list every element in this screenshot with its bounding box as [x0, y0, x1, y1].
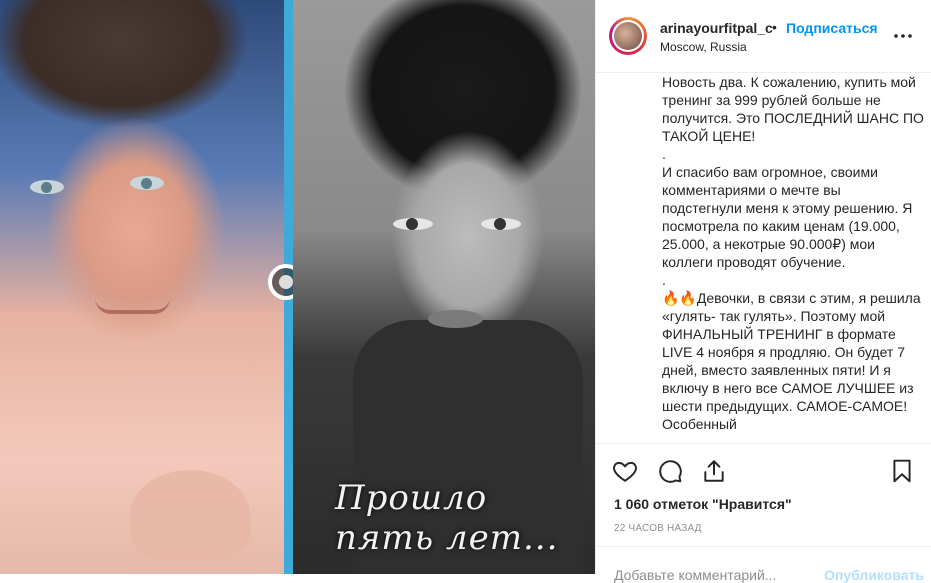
post-actions: 1 060 отметок "Нравится" 22 ЧАСОВ НАЗАД …	[596, 443, 931, 583]
image-overlay-text: Прошло пять лет...	[335, 478, 559, 558]
avatar[interactable]	[609, 17, 647, 55]
comment-icon[interactable]	[657, 458, 683, 484]
heart-icon[interactable]	[612, 458, 638, 484]
share-icon[interactable]	[701, 458, 727, 484]
post-caption: Новость два. К сожалению, купить мой тре…	[662, 73, 924, 440]
post-image[interactable]: Прошло пять лет...	[0, 0, 595, 574]
comment-input[interactable]	[614, 567, 814, 583]
more-options-icon[interactable]	[893, 26, 913, 46]
location-link[interactable]: Moscow, Russia	[660, 40, 747, 54]
avatar-image	[614, 22, 642, 50]
before-photo	[0, 0, 284, 574]
username-link[interactable]: arinayourfitpal_c	[660, 20, 773, 36]
eye-shape	[481, 218, 521, 230]
caption-paragraph: .	[662, 272, 666, 288]
comment-bar: Опубликовать	[596, 546, 931, 583]
caption-paragraph: Новость два. К сожалению, купить мой тре…	[662, 74, 924, 144]
publish-button[interactable]: Опубликовать	[824, 567, 924, 583]
caption-paragraph: Особенный	[662, 416, 737, 432]
post-timestamp: 22 ЧАСОВ НАЗАД	[614, 523, 702, 534]
separator-dot: •	[772, 19, 777, 35]
post-header: arinayourfitpal_c • Подписаться Moscow, …	[596, 0, 931, 73]
lips-shape	[428, 310, 483, 328]
likes-count[interactable]: 1 060 отметок "Нравится"	[614, 496, 792, 512]
eye-shape	[393, 218, 433, 230]
caption-paragraph: .	[662, 146, 666, 162]
bookmark-icon[interactable]	[889, 458, 915, 484]
hand-shape	[130, 470, 250, 560]
post-sidebar: arinayourfitpal_c • Подписаться Moscow, …	[595, 0, 931, 583]
caption-paragraph: И спасибо вам огромное, своими комментар…	[662, 164, 913, 270]
caption-paragraph: 🔥🔥Девочки, в связи с этим, я решила «гул…	[662, 290, 921, 414]
mouth-shape	[95, 298, 170, 314]
follow-button[interactable]: Подписаться	[786, 20, 878, 36]
eye-shape	[30, 180, 64, 194]
eye-shape	[130, 176, 164, 190]
